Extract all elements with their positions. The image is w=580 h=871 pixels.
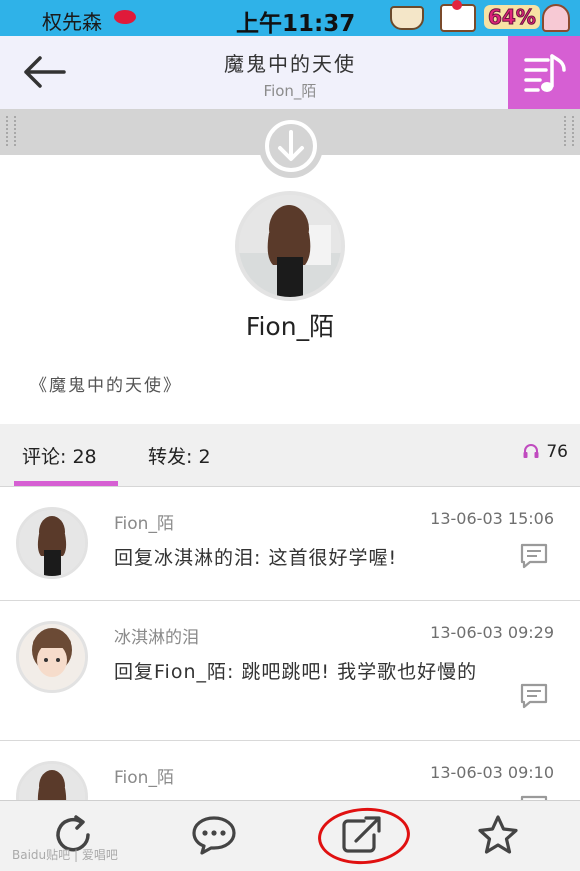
reply-button[interactable] bbox=[520, 683, 548, 709]
comment-button[interactable] bbox=[190, 813, 238, 857]
comment-time: 13-06-03 09:10 bbox=[430, 763, 554, 782]
battery-percent: 64% bbox=[484, 5, 540, 30]
lips-icon bbox=[114, 10, 136, 24]
status-bar: 权先森 上午11:37 64% bbox=[0, 0, 580, 37]
commenter-name[interactable]: Fion_陌 bbox=[114, 509, 174, 534]
tab-comments[interactable]: 评论: 28 bbox=[14, 424, 118, 486]
headphones-icon bbox=[523, 444, 539, 458]
page-title: 魔鬼中的天使 bbox=[224, 52, 356, 76]
reply-button[interactable] bbox=[520, 543, 548, 569]
cupcake-icon bbox=[542, 4, 570, 32]
avatar-photo bbox=[19, 764, 85, 800]
commenter-name[interactable]: Fion_陌 bbox=[114, 763, 174, 788]
comment-icon bbox=[192, 816, 236, 855]
coffee-cup-icon bbox=[390, 6, 424, 30]
star-icon bbox=[478, 815, 518, 854]
tab-comments-label: 评论: 28 bbox=[22, 446, 97, 468]
avatar-photo bbox=[239, 195, 341, 297]
comment-item: Fion_陌 13-06-03 15:06 回复冰淇淋的泪: 这首很好学喔! bbox=[0, 487, 580, 601]
play-count-value: 76 bbox=[546, 442, 568, 462]
comment-time: 13-06-03 15:06 bbox=[430, 509, 554, 528]
avatar-photo bbox=[19, 624, 85, 690]
download-button[interactable] bbox=[259, 114, 323, 178]
commenter-avatar[interactable] bbox=[16, 507, 88, 579]
carrier-name: 权先森 bbox=[42, 10, 102, 34]
comment-text: 回复冰淇淋的泪: 这首很好学喔! bbox=[114, 547, 398, 569]
grip-left bbox=[6, 116, 16, 146]
comment-text: 回复Fion_陌: 跳吧跳吧! 我学歌也好慢的 bbox=[114, 661, 478, 683]
reply-icon bbox=[520, 683, 548, 709]
singer-avatar[interactable] bbox=[235, 191, 345, 301]
commenter-name[interactable]: 冰淇淋的泪 bbox=[114, 623, 199, 648]
commenter-avatar[interactable] bbox=[16, 761, 88, 800]
cake-icon bbox=[440, 0, 476, 32]
comment-item: 冰淇淋的泪 13-06-03 09:29 回复Fion_陌: 跳吧跳吧! 我学歌… bbox=[0, 601, 580, 741]
play-count: 76 bbox=[522, 442, 568, 462]
tab-bar: 评论: 28 转发: 2 76 bbox=[0, 424, 580, 487]
comment-time: 13-06-03 09:29 bbox=[430, 623, 554, 642]
song-title-line: 《魔鬼中的天使》 bbox=[30, 376, 182, 396]
commenter-avatar[interactable] bbox=[16, 621, 88, 693]
download-arrow-icon bbox=[265, 120, 317, 172]
page-subtitle: Fion_陌 bbox=[263, 82, 317, 100]
watermark: Baidu贴吧 | 爱唱吧 bbox=[12, 848, 118, 862]
favorite-button[interactable] bbox=[474, 813, 522, 857]
singer-name: Fion_陌 bbox=[245, 312, 335, 341]
header: 魔鬼中的天使 Fion_陌 bbox=[0, 36, 580, 110]
reply-icon bbox=[520, 543, 548, 569]
status-time: 上午11:37 bbox=[236, 11, 356, 37]
grip-right bbox=[564, 116, 574, 146]
tab-forwards[interactable]: 转发: 2 bbox=[148, 442, 211, 469]
back-button[interactable] bbox=[20, 54, 68, 90]
comment-item: Fion_陌 13-06-03 09:10 bbox=[0, 741, 580, 800]
back-arrow-icon bbox=[24, 56, 66, 88]
active-tab-indicator bbox=[14, 481, 118, 486]
music-list-button[interactable] bbox=[508, 36, 580, 109]
avatar-photo bbox=[19, 510, 85, 576]
music-list-icon bbox=[524, 54, 566, 92]
